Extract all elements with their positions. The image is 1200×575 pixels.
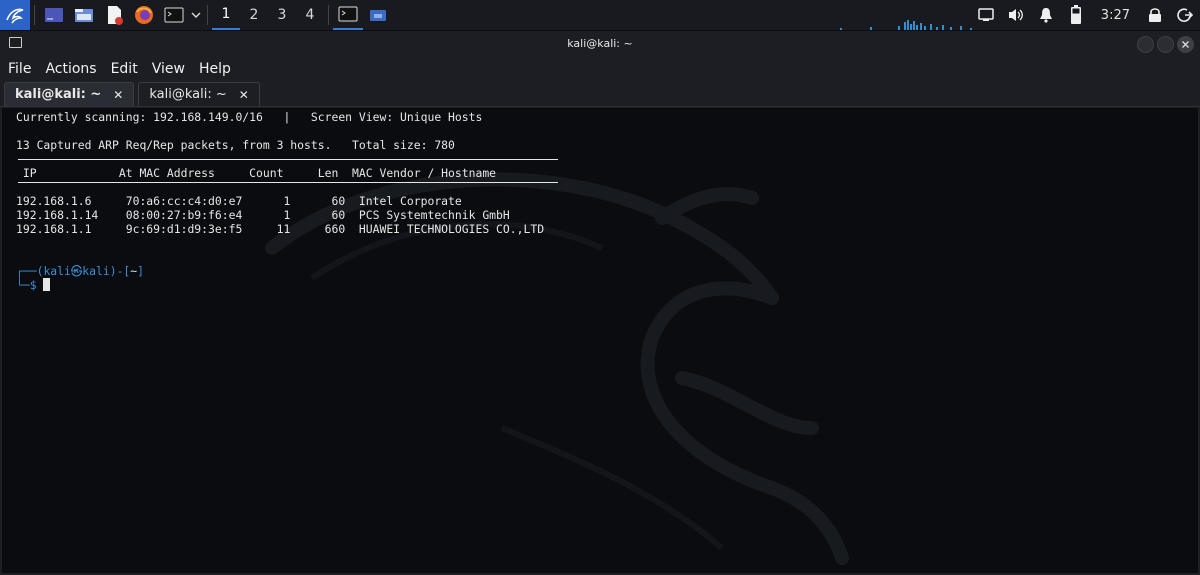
table-rule-top (18, 159, 558, 160)
text-editor-icon[interactable] (99, 0, 129, 30)
show-desktop-icon[interactable] (39, 0, 69, 30)
terminal-task-icon[interactable] (333, 0, 363, 30)
menu-help[interactable]: Help (199, 61, 231, 77)
table-row: 192.168.1.1 9c:69:d1:d9:3e:f5 11 660 HUA… (16, 222, 545, 236)
notifications-icon[interactable] (1031, 0, 1061, 30)
tab-2[interactable]: kali@kali: ~ ✕ (138, 82, 260, 106)
table-row: 192.168.1.14 08:00:27:b9:f6:e4 1 60 PCS … (16, 208, 510, 222)
window-title: kali@kali: ~ (567, 37, 633, 50)
tab-label: kali@kali: ~ (15, 87, 102, 102)
tab-bar: kali@kali: ~ ✕ kali@kali: ~ ✕ (0, 82, 1200, 107)
text-cursor (43, 278, 51, 291)
tab-close-icon[interactable]: ✕ (113, 88, 123, 102)
prompt-frame: ┌──( (16, 264, 44, 278)
top-panel: 1 2 3 4 3:27 (0, 0, 1200, 30)
tab-label: kali@kali: ~ (149, 87, 227, 102)
table-row: 192.168.1.6 70:a6:cc:c4:d0:e7 1 60 Intel… (16, 194, 462, 208)
close-button[interactable] (1177, 36, 1194, 53)
volume-icon[interactable] (1001, 0, 1031, 30)
clock[interactable]: 3:27 (1091, 8, 1140, 23)
menu-file[interactable]: File (8, 61, 31, 77)
title-bar[interactable]: kali@kali: ~ (0, 31, 1200, 57)
maximize-button[interactable] (1157, 36, 1174, 53)
firefox-icon[interactable] (129, 0, 159, 30)
menu-bar: File Actions Edit View Help (0, 57, 1200, 81)
workspace-1[interactable]: 1 (212, 0, 240, 30)
menu-view[interactable]: View (152, 61, 185, 77)
minimize-button[interactable] (1137, 36, 1154, 53)
display-icon[interactable] (971, 0, 1001, 30)
network-graph-icon (840, 20, 972, 30)
scan-status-line: Currently scanning: 192.168.149.0/16 | S… (16, 110, 483, 124)
tab-1[interactable]: kali@kali: ~ ✕ (4, 82, 135, 106)
dropdown-chevron-icon[interactable] (189, 0, 203, 30)
workspace-2[interactable]: 2 (240, 0, 268, 30)
prompt-frame: )-[ (109, 264, 131, 278)
panel-separator (34, 5, 35, 25)
menu-actions[interactable]: Actions (45, 61, 96, 77)
file-manager-task-icon[interactable] (363, 0, 393, 30)
kali-menu-icon[interactable] (0, 0, 30, 30)
table-header: IP At MAC Address Count Len MAC Vendor /… (16, 166, 497, 180)
prompt-line-1: ┌──(kali㉿kali)-[~] (16, 264, 144, 278)
workspace-3[interactable]: 3 (268, 0, 296, 30)
menu-edit[interactable]: Edit (111, 61, 138, 77)
system-tray: 3:27 (971, 0, 1200, 30)
panel-separator (207, 5, 208, 25)
table-rule-bottom (18, 182, 558, 183)
lock-icon[interactable] (1140, 0, 1170, 30)
prompt-user: kali㉿kali (43, 264, 110, 278)
battery-icon (1061, 0, 1091, 30)
logout-icon[interactable] (1170, 0, 1200, 30)
panel-separator (328, 5, 329, 25)
prompt-line-2[interactable]: └─$ (16, 278, 51, 292)
tab-close-icon[interactable]: ✕ (239, 88, 249, 102)
workspace-4[interactable]: 4 (296, 0, 324, 30)
prompt-frame: ] (137, 264, 144, 278)
terminal-window: kali@kali: ~ File Actions Edit View Help… (0, 31, 1200, 575)
prompt-symbol: └─$ (16, 278, 44, 292)
terminal-icon[interactable] (159, 0, 189, 30)
terminal-output[interactable]: Currently scanning: 192.168.149.0/16 | S… (2, 108, 1198, 573)
summary-line: 13 Captured ARP Req/Rep packets, from 3 … (16, 138, 455, 152)
file-manager-icon[interactable] (69, 0, 99, 30)
